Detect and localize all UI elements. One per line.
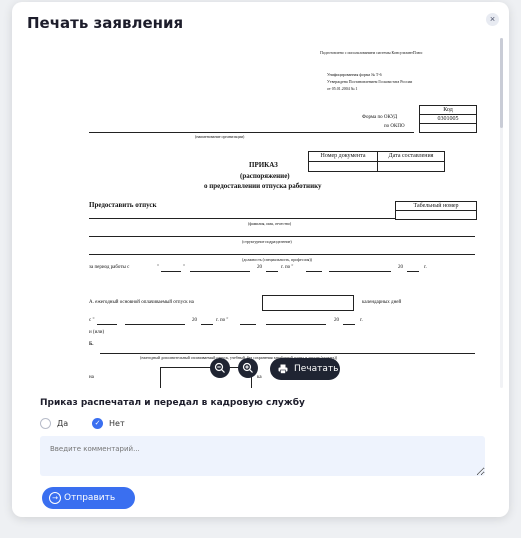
doc-number-cell xyxy=(308,161,378,172)
scrollbar-thumb[interactable] xyxy=(500,38,503,128)
year-end: г. xyxy=(360,318,363,323)
year-suffix-1: г. по " xyxy=(281,265,294,270)
period-quote-open: " xyxy=(157,265,160,270)
grant-leave-label: Предоставить отпуск xyxy=(89,201,157,209)
fio-caption: (фамилия, имя, отчество) xyxy=(248,221,292,226)
printer-icon xyxy=(278,364,288,374)
org-caption: (наименование организации) xyxy=(195,134,245,139)
arrow-right-icon: → xyxy=(49,492,61,504)
to-day-line xyxy=(240,324,256,325)
zoom-in-button[interactable] xyxy=(238,358,258,378)
period-month-line-2 xyxy=(329,271,391,272)
additional-leave-line xyxy=(100,353,475,354)
order-subtitle: (распоряжение) xyxy=(240,172,290,180)
year-suffix-2: г. xyxy=(424,265,427,270)
main-leave-days-box xyxy=(262,295,354,311)
radio-yes[interactable]: Да xyxy=(40,418,68,429)
fio-line xyxy=(89,218,395,219)
from-label: с " xyxy=(89,318,95,323)
calendar-short: ка xyxy=(257,375,262,380)
period-day-line-2 xyxy=(306,271,322,272)
handover-question: Приказ распечатал и передал в кадровую с… xyxy=(40,398,305,408)
unified-form: Унифицированная форма № Т-6 xyxy=(327,72,382,77)
calendar-days-label: календарных дней xyxy=(362,300,402,305)
radio-unchecked-icon xyxy=(40,418,51,429)
radio-no[interactable]: ✓ Нет xyxy=(92,418,125,429)
period-month-line xyxy=(190,271,250,272)
section-a-label: А. ежегодный основной оплачиваемый отпус… xyxy=(89,300,194,305)
period-label: за период работы с xyxy=(89,265,130,270)
order-title: ПРИКАЗ xyxy=(249,161,278,169)
year-line-4 xyxy=(343,324,355,325)
okud-label: Форма по ОКУД xyxy=(362,115,398,120)
tab-number-cell xyxy=(395,210,477,220)
year-prefix-3: 20 xyxy=(192,318,197,323)
radio-no-label: Нет xyxy=(109,419,125,428)
print-button[interactable]: Печатать xyxy=(270,358,340,380)
document-preview: Подготовлено с использованием системы Ко… xyxy=(72,38,482,388)
period-day-line xyxy=(161,271,181,272)
radio-yes-label: Да xyxy=(57,419,69,428)
year-prefix-4: 20 xyxy=(334,318,339,323)
year-prefix-1: 20 xyxy=(257,265,262,270)
dept-line xyxy=(89,236,475,237)
zoom-in-icon xyxy=(242,362,253,373)
year-line-3 xyxy=(201,324,213,325)
from-month-line xyxy=(125,324,185,325)
dept-caption: (структурное подразделение) xyxy=(242,239,292,244)
submit-button[interactable]: → Отправить xyxy=(42,487,135,509)
year-line-2 xyxy=(407,271,419,272)
doc-date-cell xyxy=(377,161,445,172)
zoom-out-icon xyxy=(214,362,225,373)
radio-checked-icon: ✓ xyxy=(92,418,103,429)
org-line xyxy=(89,132,414,133)
okpo-label: по ОКПО xyxy=(384,124,405,129)
year-mid: г. по " xyxy=(216,318,229,323)
year-prefix-2: 20 xyxy=(398,265,403,270)
close-icon[interactable]: × xyxy=(486,13,499,26)
print-application-modal: Печать заявления × Подготовлено с исполь… xyxy=(12,2,509,517)
print-button-label: Печатать xyxy=(294,364,339,374)
position-caption: (должность (специальность, профессия)) xyxy=(242,257,312,262)
prepared-note: Подготовлено с использованием системы Ко… xyxy=(320,50,423,55)
and-or-label: и (или) xyxy=(89,330,105,335)
to-month-line xyxy=(266,324,326,325)
from-day-line xyxy=(97,324,117,325)
period-quote-close: " xyxy=(183,265,186,270)
comment-input[interactable] xyxy=(40,436,485,476)
on-label: на xyxy=(89,375,94,380)
order-subject: о предоставлении отпуска работнику xyxy=(204,182,322,190)
year-line-1 xyxy=(266,271,278,272)
modal-title: Печать заявления xyxy=(27,14,184,32)
section-b-label: Б. xyxy=(89,342,94,347)
okpo-code-cell xyxy=(419,123,477,133)
approved-date: от 05.01.2004 № 1 xyxy=(327,86,358,91)
approved-text: Утверждена Постановлением Госкомстата Ро… xyxy=(327,79,413,84)
position-line xyxy=(89,254,475,255)
submit-button-label: Отправить xyxy=(64,493,116,503)
zoom-out-button[interactable] xyxy=(210,358,230,378)
